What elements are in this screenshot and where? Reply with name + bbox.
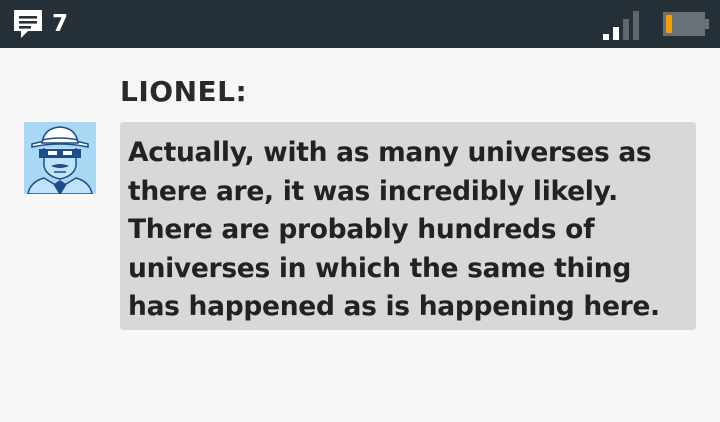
speaker-name: LIONEL: — [120, 75, 248, 108]
dialog-box[interactable]: Actually, with as many universes as ther… — [120, 122, 696, 330]
message-count: 7 — [52, 11, 69, 37]
chat-bubble-icon[interactable] — [11, 7, 45, 41]
dialog-text: Actually, with as many universes as ther… — [128, 137, 660, 322]
lionel-portrait-image — [24, 122, 96, 194]
status-bar: 7 — [0, 0, 720, 48]
signal-strength-icon — [603, 11, 639, 40]
battery-low-icon — [663, 12, 709, 36]
speaker-avatar — [24, 122, 96, 194]
